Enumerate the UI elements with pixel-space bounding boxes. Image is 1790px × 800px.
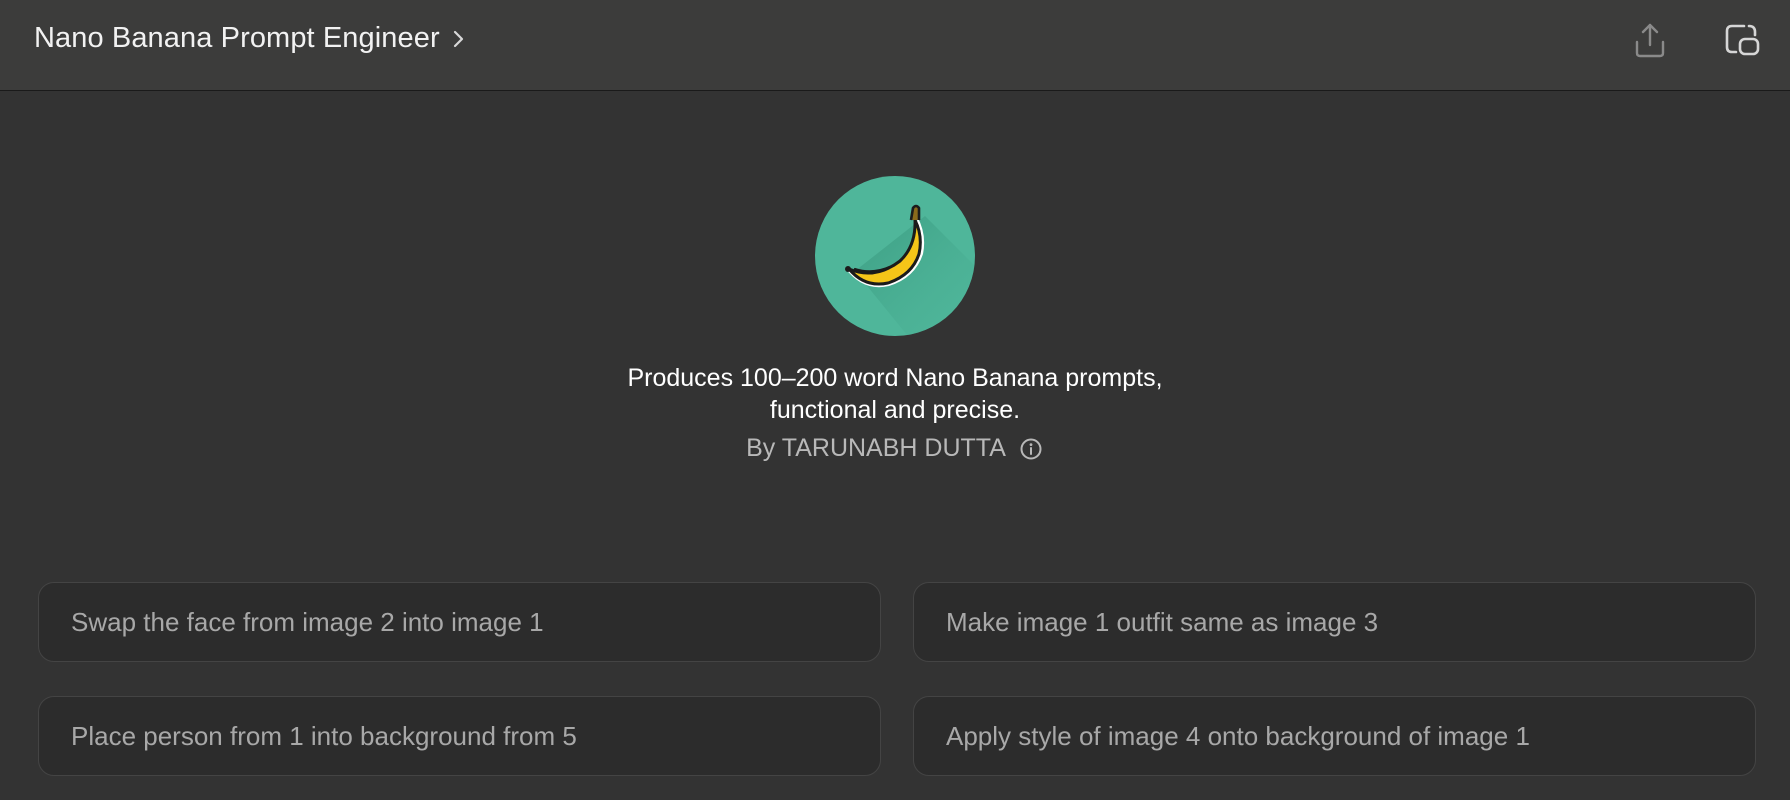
- gpt-avatar: [815, 176, 975, 336]
- new-chat-icon: [1722, 21, 1762, 64]
- starter-prompt-3[interactable]: Place person from 1 into background from…: [38, 696, 881, 776]
- app-window: Nano Banana Prompt Engineer Produces 100…: [0, 0, 1790, 800]
- new-chat-button[interactable]: [1720, 20, 1764, 64]
- share-icon: [1632, 21, 1668, 64]
- info-icon[interactable]: [1018, 436, 1044, 462]
- gpt-title: Nano Banana Prompt Engineer: [34, 22, 440, 54]
- gpt-author: By TARUNABH DUTTA: [746, 434, 1006, 462]
- header-bar: Nano Banana Prompt Engineer: [0, 0, 1790, 91]
- starter-prompt-1[interactable]: Swap the face from image 2 into image 1: [38, 582, 881, 662]
- conversation-starters: Swap the face from image 2 into image 1 …: [38, 582, 1756, 776]
- gpt-description-line-2: functional and precise.: [769, 396, 1021, 424]
- gpt-intro: Produces 100–200 word Nano Banana prompt…: [0, 176, 1790, 463]
- chevron-right-icon: [448, 25, 470, 53]
- gpt-title-menu[interactable]: Nano Banana Prompt Engineer: [34, 22, 470, 55]
- starter-prompt-2[interactable]: Make image 1 outfit same as image 3: [913, 582, 1756, 662]
- gpt-description: Produces 100–200 word Nano Banana prompt…: [0, 362, 1790, 426]
- gpt-description-line-1: Produces 100–200 word Nano Banana prompt…: [627, 364, 1163, 392]
- share-button[interactable]: [1628, 20, 1672, 64]
- banana-icon: [845, 204, 975, 336]
- starter-prompt-4[interactable]: Apply style of image 4 onto background o…: [913, 696, 1756, 776]
- author-row: By TARUNABH DUTTA: [0, 434, 1790, 463]
